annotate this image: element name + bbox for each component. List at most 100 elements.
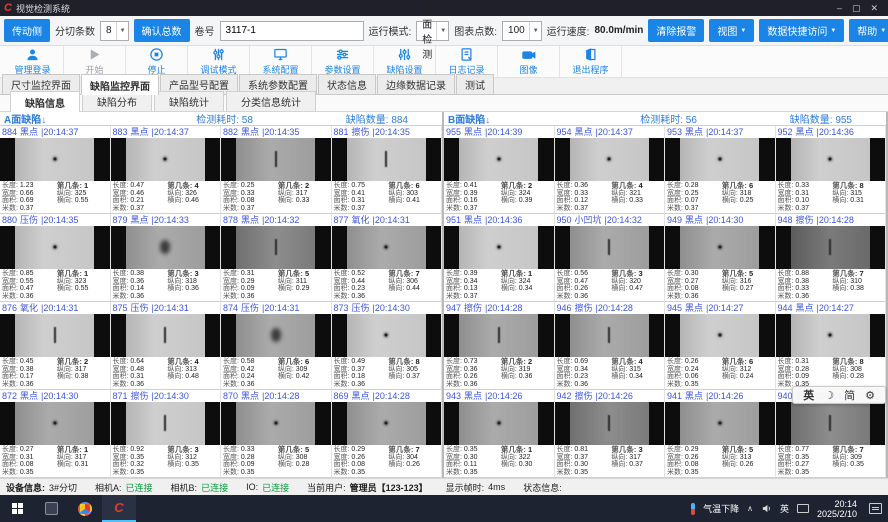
defect-cell[interactable]: 882 黑点 |20:14:35 长度: 0.25 宽度: 0.33 面积: 0… [221, 126, 332, 214]
tab-status-info[interactable]: 状态信息 [318, 74, 376, 94]
keyboard-icon[interactable] [797, 504, 809, 513]
chevron-up-icon[interactable]: ∧ [747, 504, 753, 513]
weather-text[interactable]: 气温下降 [703, 502, 739, 515]
defect-image[interactable] [444, 314, 554, 357]
ime-simplified-toggle[interactable]: 简 [844, 387, 855, 403]
taskbar-app-explorer[interactable] [34, 495, 68, 522]
defect-cell[interactable]: 955 黑点 |20:14:39 长度: 0.41 宽度: 0.39 面积: 0… [444, 126, 555, 214]
taskbar-app-inspection[interactable]: C [102, 495, 136, 522]
defect-cell[interactable]: 953 黑点 |20:14:37 长度: 0.28 宽度: 0.25 面积: 0… [665, 126, 776, 214]
ime-english-toggle[interactable]: 英 [803, 387, 814, 403]
defect-cell[interactable]: 870 黑点 |20:14:28 长度: 0.33 宽度: 0.28 面积: 0… [221, 390, 332, 478]
defect-image[interactable] [555, 138, 665, 181]
defect-image[interactable] [776, 314, 886, 357]
stop-button[interactable]: 停止 [126, 46, 188, 77]
defect-cell[interactable]: 942 擦伤 |20:14:26 长度: 0.81 宽度: 0.37 面积: 0… [555, 390, 666, 478]
defect-cell[interactable]: 875 压伤 |20:14:31 长度: 0.64 宽度: 0.48 面积: 0… [111, 302, 222, 390]
defect-image[interactable] [776, 226, 886, 269]
defect-image[interactable] [776, 402, 886, 445]
param-settings-button[interactable]: 参数设置 [312, 46, 374, 77]
volume-icon[interactable] [761, 503, 772, 514]
image-button[interactable]: 图像 [498, 46, 560, 77]
tab-defect-monitor[interactable]: 缺陷监控界面 [81, 74, 159, 95]
moon-icon[interactable]: ☽ [824, 389, 834, 402]
defect-image[interactable] [111, 138, 221, 181]
defect-cell[interactable]: 881 擦伤 |20:14:35 长度: 0.75 宽度: 0.41 面积: 0… [332, 126, 443, 214]
defect-image[interactable] [332, 314, 442, 357]
defect-image[interactable] [0, 402, 110, 445]
defect-image[interactable] [555, 402, 665, 445]
defect-image[interactable] [0, 314, 110, 357]
view-menu-button[interactable]: 视图 ▼ [709, 19, 754, 42]
run-mode-select[interactable]: 双面检测 ▼ [416, 21, 449, 41]
drive-side-button[interactable]: 传动侧 [4, 19, 50, 42]
thermometer-icon[interactable] [691, 503, 695, 515]
maximize-button[interactable]: ▢ [852, 3, 861, 14]
defect-image[interactable] [221, 314, 331, 357]
language-indicator[interactable]: 英 [780, 502, 789, 515]
login-button[interactable]: 管理登录 [2, 46, 64, 77]
defect-cell[interactable]: 880 压伤 |20:14:35 长度: 0.85 宽度: 0.55 面积: 0… [0, 214, 111, 302]
defect-image[interactable] [111, 226, 221, 269]
defect-cell[interactable]: 954 黑点 |20:14:37 长度: 0.36 宽度: 0.33 面积: 0… [555, 126, 666, 214]
defect-image[interactable] [0, 226, 110, 269]
confirm-total-button[interactable]: 确认总数 [134, 19, 190, 42]
defect-image[interactable] [111, 402, 221, 445]
defect-settings-button[interactable]: 缺陷设置 [374, 46, 436, 77]
minimize-button[interactable]: – [837, 3, 842, 14]
defect-cell[interactable]: 877 氧化 |20:14:31 长度: 0.52 宽度: 0.44 面积: 0… [332, 214, 443, 302]
defect-cell[interactable]: 949 黑点 |20:14:30 长度: 0.30 宽度: 0.27 面积: 0… [665, 214, 776, 302]
defect-image[interactable] [332, 226, 442, 269]
taskbar-app-browser[interactable] [68, 495, 102, 522]
defect-image[interactable] [444, 402, 554, 445]
defect-cell[interactable]: 947 擦伤 |20:14:28 长度: 0.73 宽度: 0.36 面积: 0… [444, 302, 555, 390]
defect-cell[interactable]: 950 小凹坑 |20:14:32 长度: 0.56 宽度: 0.47 面积: … [555, 214, 666, 302]
defect-cell[interactable]: 951 黑点 |20:14:36 长度: 0.39 宽度: 0.34 面积: 0… [444, 214, 555, 302]
start-button[interactable]: 开始 [64, 46, 126, 77]
defect-image[interactable] [776, 138, 886, 181]
defect-image[interactable] [555, 314, 665, 357]
defect-image[interactable] [665, 402, 775, 445]
defect-cell[interactable]: 874 压伤 |20:14:31 长度: 0.58 宽度: 0.42 面积: 0… [221, 302, 332, 390]
start-button[interactable] [0, 495, 34, 522]
defect-cell[interactable]: 943 黑点 |20:14:26 长度: 0.35 宽度: 0.30 面积: 0… [444, 390, 555, 478]
help-menu-button[interactable]: 帮助 ▼ [849, 19, 888, 42]
defect-image[interactable] [221, 402, 331, 445]
exit-button[interactable]: 退出程序 [560, 46, 622, 77]
roll-number-input[interactable] [220, 21, 364, 41]
subtab-defect-info[interactable]: 缺陷信息 [10, 91, 80, 112]
defect-image[interactable] [332, 402, 442, 445]
defect-image[interactable] [111, 314, 221, 357]
defect-image[interactable] [665, 226, 775, 269]
defect-image[interactable] [665, 314, 775, 357]
defect-cell[interactable]: 873 压伤 |20:14:30 长度: 0.49 宽度: 0.37 面积: 0… [332, 302, 443, 390]
subtab-defect-stats[interactable]: 缺陷统计 [154, 91, 224, 111]
notification-center-icon[interactable] [869, 503, 882, 514]
defect-cell[interactable]: 944 黑点 |20:14:27 长度: 0.31 宽度: 0.28 面积: 0… [776, 302, 887, 390]
defect-cell[interactable]: 872 黑点 |20:14:30 长度: 0.27 宽度: 0.31 面积: 0… [0, 390, 111, 478]
defect-image[interactable] [221, 138, 331, 181]
defect-cell[interactable]: 945 黑点 |20:14:27 长度: 0.26 宽度: 0.24 面积: 0… [665, 302, 776, 390]
defect-cell[interactable]: 941 黑点 |20:14:26 长度: 0.29 宽度: 0.26 面积: 0… [665, 390, 776, 478]
defect-image[interactable] [0, 138, 110, 181]
defect-cell[interactable]: 878 黑点 |20:14:32 长度: 0.31 宽度: 0.29 面积: 0… [221, 214, 332, 302]
defect-cell[interactable]: 952 黑点 |20:14:36 长度: 0.33 宽度: 0.31 面积: 0… [776, 126, 887, 214]
defect-image[interactable] [444, 226, 554, 269]
quick-access-menu-button[interactable]: 数据快捷访问 ▼ [759, 19, 844, 42]
defect-cell[interactable]: 884 黑点 |20:14:37 长度: 1.23 宽度: 0.66 面积: 0… [0, 126, 111, 214]
defect-image[interactable] [332, 138, 442, 181]
debug-mode-button[interactable]: 调试模式 [188, 46, 250, 77]
defect-cell[interactable]: 869 黑点 |20:14:28 长度: 0.29 宽度: 0.26 面积: 0… [332, 390, 443, 478]
slit-count-select[interactable]: 8 ▼ [100, 21, 129, 41]
defect-cell[interactable]: 946 擦伤 |20:14:28 长度: 0.69 宽度: 0.34 面积: 0… [555, 302, 666, 390]
tab-test[interactable]: 测试 [456, 74, 494, 94]
log-record-button[interactable]: 日志记录 [436, 46, 498, 77]
defect-image[interactable] [555, 226, 665, 269]
subtab-class-stats[interactable]: 分类信息统计 [226, 91, 316, 111]
taskbar-clock[interactable]: 20:14 2025/2/10 [817, 499, 857, 519]
gear-icon[interactable]: ⚙ [865, 389, 875, 402]
defect-image[interactable] [221, 226, 331, 269]
system-config-button[interactable]: 系统配置 [250, 46, 312, 77]
defect-cell[interactable]: 883 黑点 |20:14:37 长度: 0.47 宽度: 0.46 面积: 0… [111, 126, 222, 214]
defect-cell[interactable]: 876 氧化 |20:14:31 长度: 0.45 宽度: 0.38 面积: 0… [0, 302, 111, 390]
